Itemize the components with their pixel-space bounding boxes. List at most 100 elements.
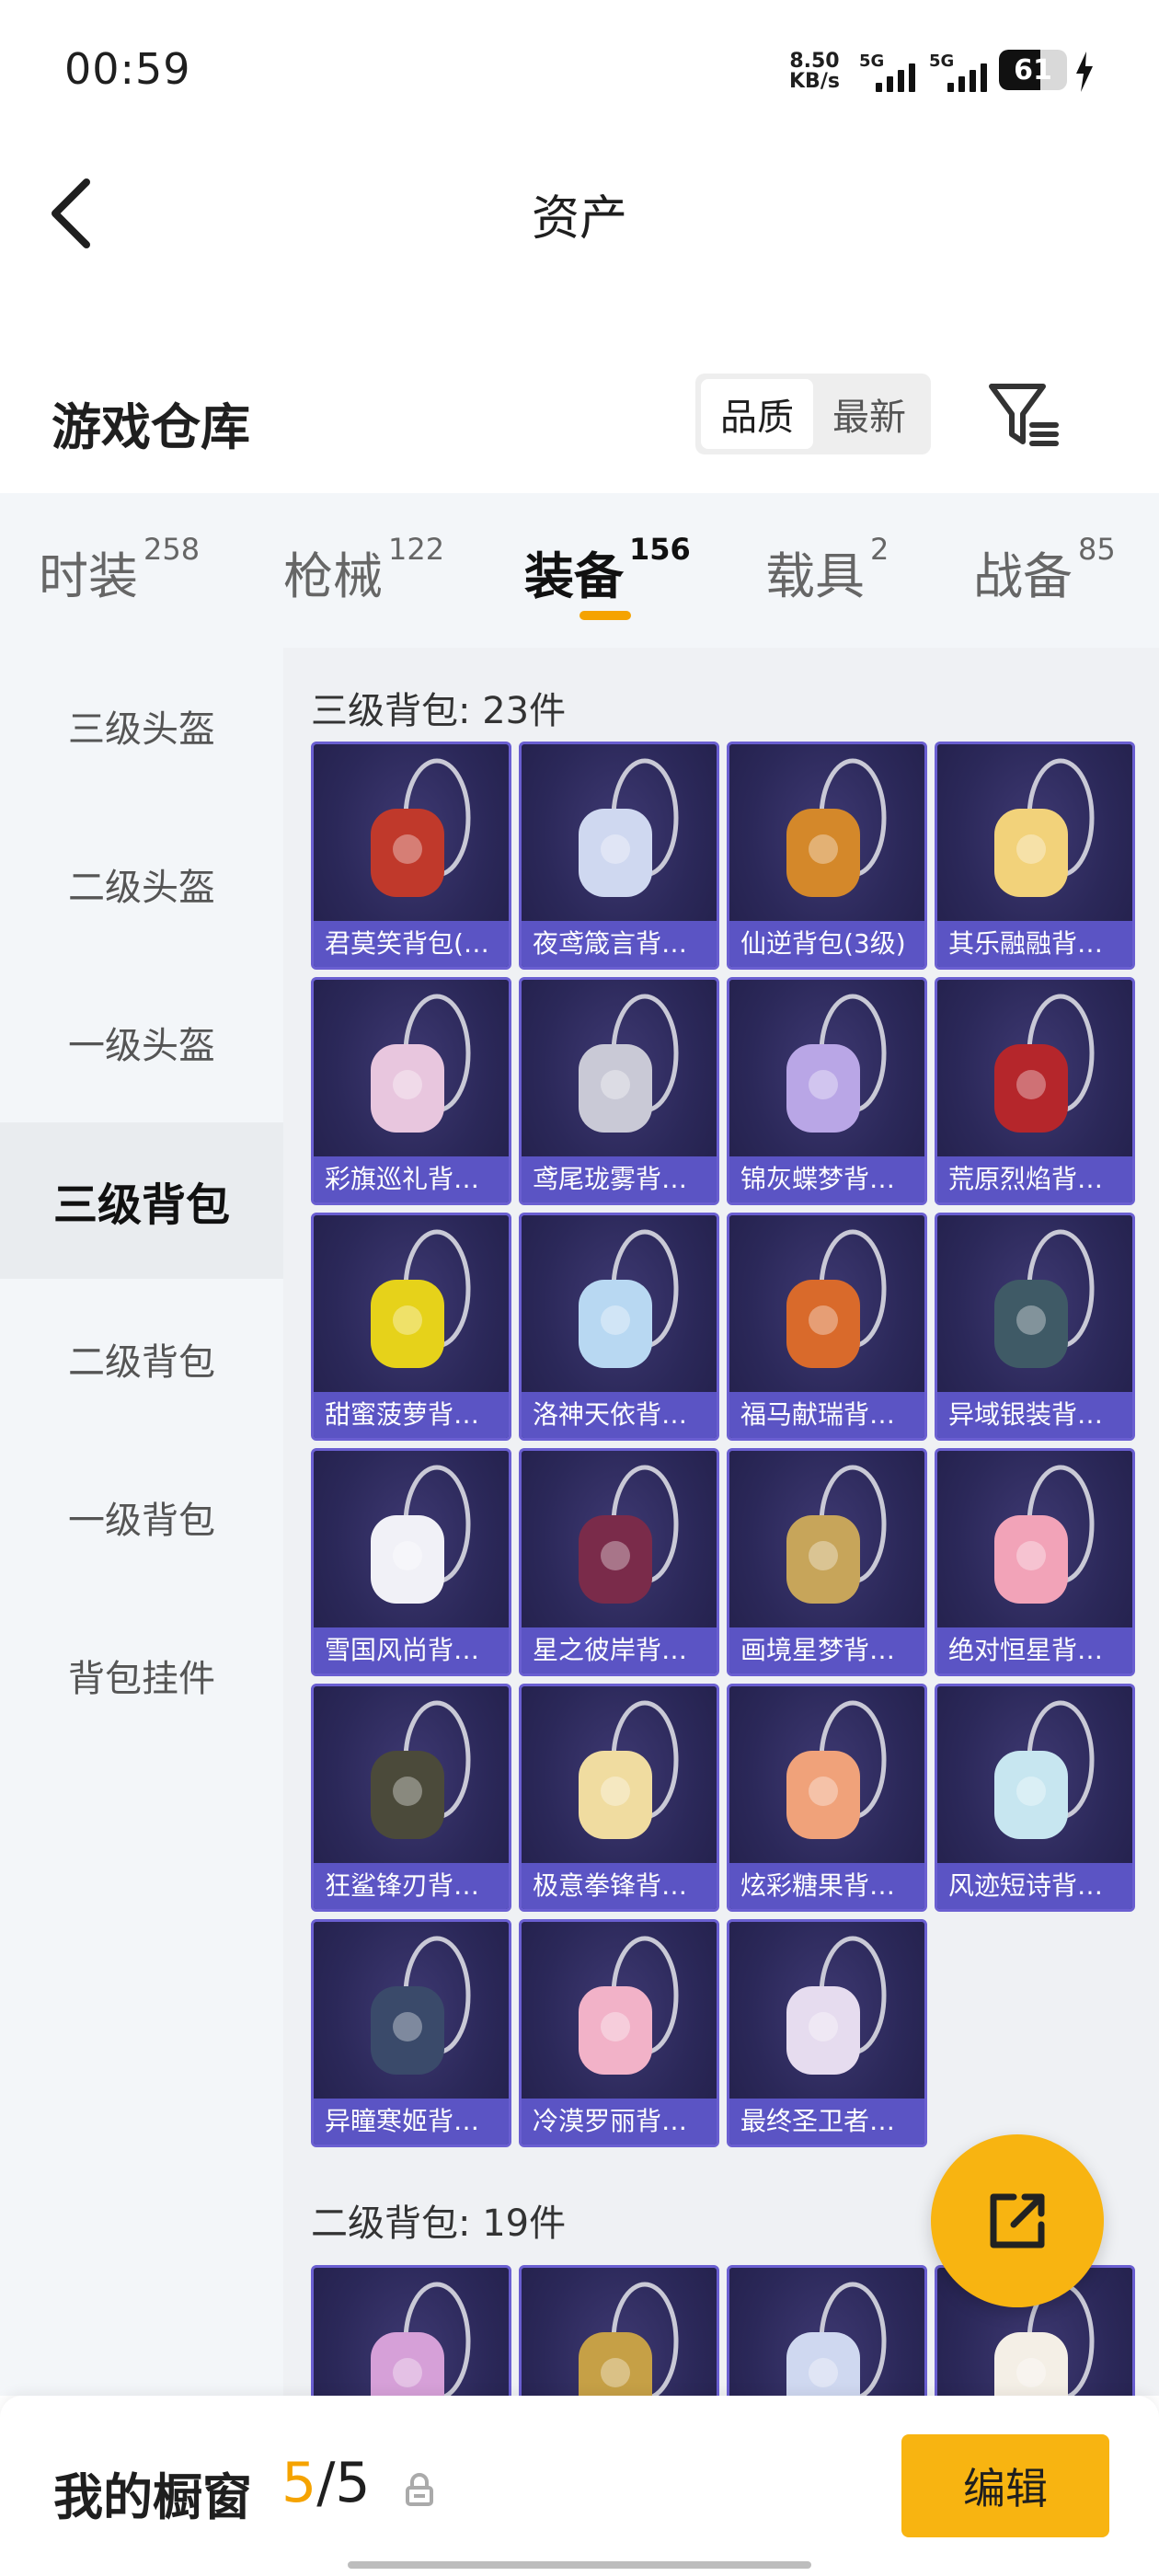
backpack-image [371,1465,471,1604]
item-card-label: 异域银装背… [937,1392,1132,1438]
backpack-image [579,1700,679,1839]
battery-icon: 61 [999,50,1067,90]
page-title: 资产 [531,191,627,247]
item-card[interactable]: 鸢尾珑雾背… [519,977,719,1205]
signal-icon-sim1: 5G [859,52,915,94]
item-card[interactable]: 福马献瑞背… [727,1213,927,1441]
sidebar-item-backpack-lv1[interactable]: 一级背包 [0,1439,283,1595]
item-card-label: 绝对恒星背… [937,1627,1132,1673]
backpack-image [371,1229,471,1368]
item-card-label: 夜鸢箴言背… [522,921,717,967]
item-card[interactable]: 最终圣卫者… [727,1919,927,2147]
warehouse-title: 游戏仓库 [52,398,250,456]
sidebar-item-backpack-lv2[interactable]: 二级背包 [0,1281,283,1437]
item-card[interactable]: 风迹短诗背… [935,1684,1135,1912]
backpack-image [786,1700,887,1839]
sidebar-item-backpack-lv3[interactable]: 三级背包 [0,1122,283,1279]
item-card[interactable] [727,2265,927,2396]
item-card[interactable] [311,2265,511,2396]
sidebar-item-backpack-charm[interactable]: 背包挂件 [0,1597,283,1754]
filter-icon[interactable] [986,377,1060,451]
backpack-image [994,758,1095,897]
section-title-backpack-lv3: 三级背包: 23件 [311,690,567,732]
backpack-image [579,1936,679,2075]
backpack-image [786,2282,887,2396]
item-card[interactable]: 其乐融融背… [935,742,1135,970]
backpack-image [579,1229,679,1368]
item-card[interactable]: 彩旗巡礼背… [311,977,511,1205]
item-card[interactable]: 星之彼岸背… [519,1448,719,1676]
item-card-label: 洛神天依背… [522,1392,717,1438]
item-card[interactable]: 绝对恒星背… [935,1448,1135,1676]
item-card-label: 君莫笑背包(… [314,921,509,967]
backpack-image [371,2282,471,2396]
item-card[interactable]: 炫彩糖果背… [727,1684,927,1912]
showcase-label: 我的橱窗 [53,2468,252,2526]
net-speed: 8.50 KB/s [789,52,840,92]
sidebar-item-helmet-lv1[interactable]: 一级头盔 [0,964,283,1121]
showcase-bar: 我的橱窗 5/5 编辑 [0,2396,1159,2576]
item-card[interactable]: 荒原烈焰背… [935,977,1135,1205]
item-card-label: 炫彩糖果背… [729,1863,924,1909]
backpack-image [786,1936,887,2075]
tab-fashion[interactable]: 时装 258 [39,532,200,608]
item-card-label: 最终圣卫者… [729,2099,924,2145]
item-card-label: 彩旗巡礼背… [314,1156,509,1202]
tab-equipment[interactable]: 装备 156 [524,532,691,608]
backpack-image [786,994,887,1133]
item-card-label: 甜蜜菠萝背… [314,1392,509,1438]
item-card[interactable]: 异域银装背… [935,1213,1135,1441]
item-card-label: 异瞳寒姬背… [314,2099,509,2145]
showcase-count: 5/5 [281,2451,371,2515]
net-speed-unit: KB/s [789,70,840,93]
sidebar-item-helmet-lv3[interactable]: 三级头盔 [0,648,283,804]
item-card[interactable]: 洛神天依背… [519,1213,719,1441]
sort-option-quality[interactable]: 品质 [701,379,813,449]
backpack-image [786,1465,887,1604]
net-speed-value: 8.50 [789,50,840,73]
item-card[interactable]: 画境星梦背… [727,1448,927,1676]
backpack-image [579,758,679,897]
share-button[interactable] [931,2134,1104,2307]
item-card[interactable]: 君莫笑背包(… [311,742,511,970]
backpack-image [579,994,679,1133]
section-title-backpack-lv2: 二级背包: 19件 [311,2202,567,2245]
signal-icon-sim2: 5G [929,52,987,94]
tab-vehicles[interactable]: 载具 2 [765,532,889,608]
backpack-image [994,1700,1095,1839]
edit-button[interactable]: 编辑 [901,2434,1109,2537]
backpack-image [371,758,471,897]
item-card-label: 风迹短诗背… [937,1863,1132,1909]
backpack-image [579,1465,679,1604]
item-card-label: 锦灰蝶梦背… [729,1156,924,1202]
item-card[interactable]: 异瞳寒姬背… [311,1919,511,2147]
item-card[interactable]: 雪国风尚背… [311,1448,511,1676]
item-card[interactable]: 仙逆背包(3级) [727,742,927,970]
item-card[interactable]: 狂鲨锋刃背… [311,1684,511,1912]
item-card[interactable]: 甜蜜菠萝背… [311,1213,511,1441]
item-card-label: 狂鲨锋刃背… [314,1863,509,1909]
backpack-image [994,1465,1095,1604]
item-card-label: 荒原烈焰背… [937,1156,1132,1202]
backpack-image [371,1936,471,2075]
home-indicator [348,2561,811,2569]
item-card[interactable]: 锦灰蝶梦背… [727,977,927,1205]
status-bar: 00:59 8.50 KB/s 5G 5G 61 [0,0,1159,138]
backpack-image [371,1700,471,1839]
item-card-label: 星之彼岸背… [522,1627,717,1673]
item-card[interactable] [519,2265,719,2396]
item-card-label: 画境星梦背… [729,1627,924,1673]
item-card[interactable]: 极意拳锋背… [519,1684,719,1912]
sidebar-item-helmet-lv2[interactable]: 二级头盔 [0,806,283,962]
item-card[interactable]: 冷漠罗丽背… [519,1919,719,2147]
charging-icon [1076,52,1093,92]
tab-weapons[interactable]: 枪械 122 [283,532,444,608]
sort-option-latest[interactable]: 最新 [813,379,925,449]
item-card[interactable]: 夜鸢箴言背… [519,742,719,970]
tab-supplies[interactable]: 战备 85 [973,532,1116,608]
item-card-label: 福马献瑞背… [729,1392,924,1438]
item-card-label: 冷漠罗丽背… [522,2099,717,2145]
sort-toggle: 品质 最新 [695,374,931,454]
item-card-label: 雪国风尚背… [314,1627,509,1673]
backpack-image [994,994,1095,1133]
